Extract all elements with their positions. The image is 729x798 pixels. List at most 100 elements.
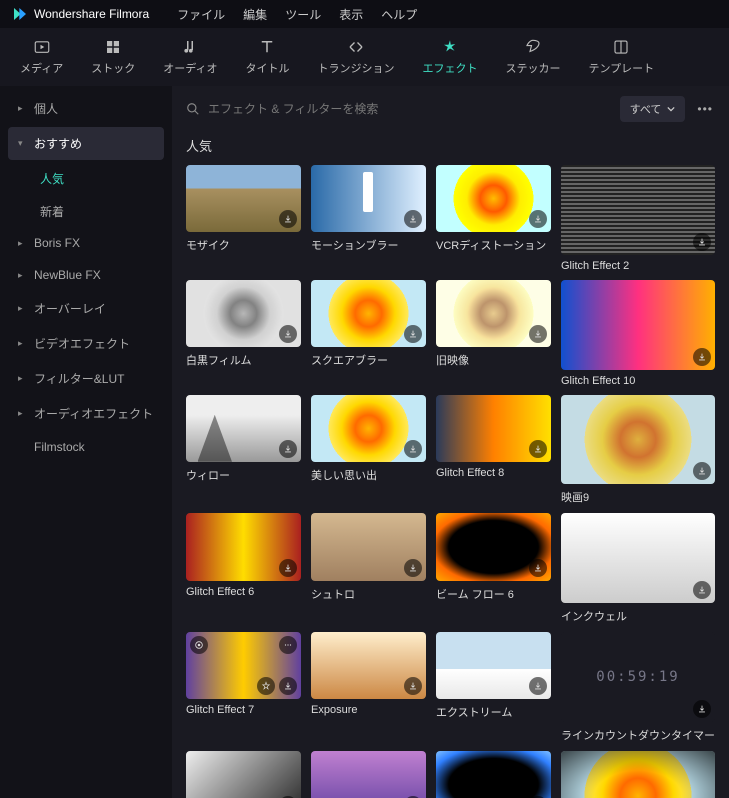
search-input[interactable] <box>208 102 610 116</box>
effect-card[interactable]: Exposure <box>311 632 426 743</box>
search-row: すべて ••• <box>172 86 729 132</box>
tool-stock[interactable]: ストック <box>91 38 135 76</box>
download-icon[interactable] <box>404 559 422 577</box>
menu-ファイル[interactable]: ファイル <box>177 6 225 23</box>
effect-thumb <box>561 165 715 255</box>
effect-card[interactable]: ビーム フロー 2 <box>436 751 551 798</box>
effect-thumb <box>186 395 301 462</box>
effect-thumb <box>311 632 426 699</box>
effect-card[interactable]: エクストリーム <box>436 632 551 743</box>
tool-media[interactable]: メディア <box>20 38 63 76</box>
effect-card[interactable]: インクウェル <box>561 513 715 624</box>
chevron-right-icon: ▸ <box>18 303 26 314</box>
download-icon[interactable] <box>279 440 297 458</box>
effect-card[interactable]: Glitch Effect 7 <box>186 632 301 743</box>
effect-card[interactable]: モザイク <box>186 165 301 272</box>
effect-card[interactable]: 00:59:19ラインカウントダウンタイマー <box>561 632 715 743</box>
sidebar-sub-人気[interactable]: 人気 <box>8 162 164 195</box>
effect-card[interactable]: Glitch Effect 8 <box>436 395 551 506</box>
download-icon[interactable] <box>404 325 422 343</box>
effect-card[interactable]: Glitch Effect 2 <box>561 165 715 272</box>
effect-label: ウィロー <box>186 462 301 483</box>
sidebar-item-オーバーレイ[interactable]: ▸ オーバーレイ <box>8 292 164 325</box>
download-icon[interactable] <box>529 325 547 343</box>
effect-card[interactable]: VCRディストーション <box>436 165 551 272</box>
audio-icon <box>180 38 200 56</box>
tool-sticker[interactable]: ステッカー <box>505 38 560 76</box>
sidebar-item-個人[interactable]: ▸個人 <box>8 92 164 125</box>
menu-ヘルプ[interactable]: ヘルプ <box>381 6 417 23</box>
sidebar-item-オーディオエフェクト[interactable]: ▸オーディオエフェクト <box>8 397 164 430</box>
effect-card[interactable]: 旧映像 <box>436 280 551 387</box>
effect-card[interactable]: 美しい思い出 <box>311 395 426 506</box>
download-icon[interactable] <box>279 559 297 577</box>
effect-label: VCRディストーション <box>436 232 551 253</box>
download-icon[interactable] <box>279 325 297 343</box>
more-button[interactable]: ••• <box>695 102 715 116</box>
menu-表示[interactable]: 表示 <box>339 6 363 23</box>
download-icon[interactable] <box>404 440 422 458</box>
tool-label: ステッカー <box>505 60 560 76</box>
effect-thumb <box>311 751 426 798</box>
tool-label: エフェクト <box>422 60 477 76</box>
tool-label: テンプレート <box>588 60 654 76</box>
sidebar-sub-新着[interactable]: 新着 <box>8 195 164 228</box>
effect-thumb <box>311 280 426 347</box>
tool-template[interactable]: テンプレート <box>588 38 654 76</box>
sidebar-label: オーディオエフェクト <box>34 405 153 422</box>
sidebar-label: Filmstock <box>34 440 85 454</box>
download-icon[interactable] <box>529 210 547 228</box>
effect-card[interactable]: Glitch Effect 6 <box>186 513 301 624</box>
effect-card[interactable]: 白黒フィルム <box>186 280 301 387</box>
sidebar-label: 個人 <box>34 100 58 117</box>
sidebar-item-おすすめ[interactable]: ▾おすすめ <box>8 127 164 160</box>
tool-audio[interactable]: オーディオ <box>163 38 217 76</box>
effect-card[interactable]: 1998 <box>311 751 426 798</box>
filter-label: すべて <box>630 101 662 117</box>
effect-thumb <box>436 165 551 232</box>
download-icon[interactable] <box>404 210 422 228</box>
effect-label: シュトロ <box>311 581 426 602</box>
effect-card[interactable]: スクエアブラー <box>311 280 426 387</box>
stock-icon <box>103 38 123 56</box>
tool-transition[interactable]: トランジション <box>317 38 394 76</box>
effect-card[interactable]: ビネットラディアス <box>561 751 715 798</box>
titlebar: Wondershare Filmora ファイル編集ツール表示ヘルプ <box>0 0 729 28</box>
chevron-down-icon <box>667 105 675 113</box>
download-icon[interactable] <box>693 233 711 251</box>
sidebar-label: フィルター&LUT <box>34 370 124 387</box>
effect-thumb <box>561 513 715 603</box>
download-icon[interactable] <box>693 348 711 366</box>
sidebar-label: オーバーレイ <box>34 300 106 317</box>
sidebar-item-Boris FX[interactable]: ▸Boris FX <box>8 228 164 258</box>
sidebar-item-NewBlue FX[interactable]: ▸NewBlue FX <box>8 260 164 290</box>
effect-thumb <box>186 513 301 580</box>
effect-card[interactable]: シュトロ <box>311 513 426 624</box>
effects-grid: モザイクモーションブラー VCRディストーション Glitch Effect 2 白黒… <box>172 165 729 798</box>
effect-card[interactable]: ビーム フロー 6 <box>436 513 551 624</box>
menu-ツール[interactable]: ツール <box>285 6 321 23</box>
effect-label: Glitch Effect 10 <box>561 370 715 387</box>
menu-編集[interactable]: 編集 <box>243 6 267 23</box>
media-icon <box>32 38 52 56</box>
title-icon <box>257 38 277 56</box>
sidebar-item-ビデオエフェクト[interactable]: ▸ビデオエフェクト <box>8 327 164 360</box>
tool-effect[interactable]: エフェクト <box>422 38 477 76</box>
sidebar-item-Filmstock[interactable]: Filmstock <box>8 432 164 462</box>
download-icon[interactable] <box>279 210 297 228</box>
chevron-right-icon: ▸ <box>18 238 26 249</box>
effect-card[interactable]: モーションブラー <box>311 165 426 272</box>
chevron-right-icon: ▸ <box>18 338 26 349</box>
effect-label: インクウェル <box>561 603 715 624</box>
effect-card[interactable]: ウィロー <box>186 395 301 506</box>
download-icon[interactable] <box>529 440 547 458</box>
tool-label: メディア <box>20 60 63 76</box>
download-icon[interactable] <box>529 559 547 577</box>
sidebar-item-フィルター&LUT[interactable]: ▸フィルター&LUT <box>8 362 164 395</box>
effect-card[interactable]: 映画9 <box>561 395 715 506</box>
effect-card[interactable]: Glitch Effect 10 <box>561 280 715 387</box>
effect-thumb <box>186 751 301 798</box>
effect-card[interactable]: A Dark Corner <box>186 751 301 798</box>
tool-title[interactable]: タイトル <box>245 38 289 76</box>
filter-dropdown[interactable]: すべて <box>620 96 686 122</box>
